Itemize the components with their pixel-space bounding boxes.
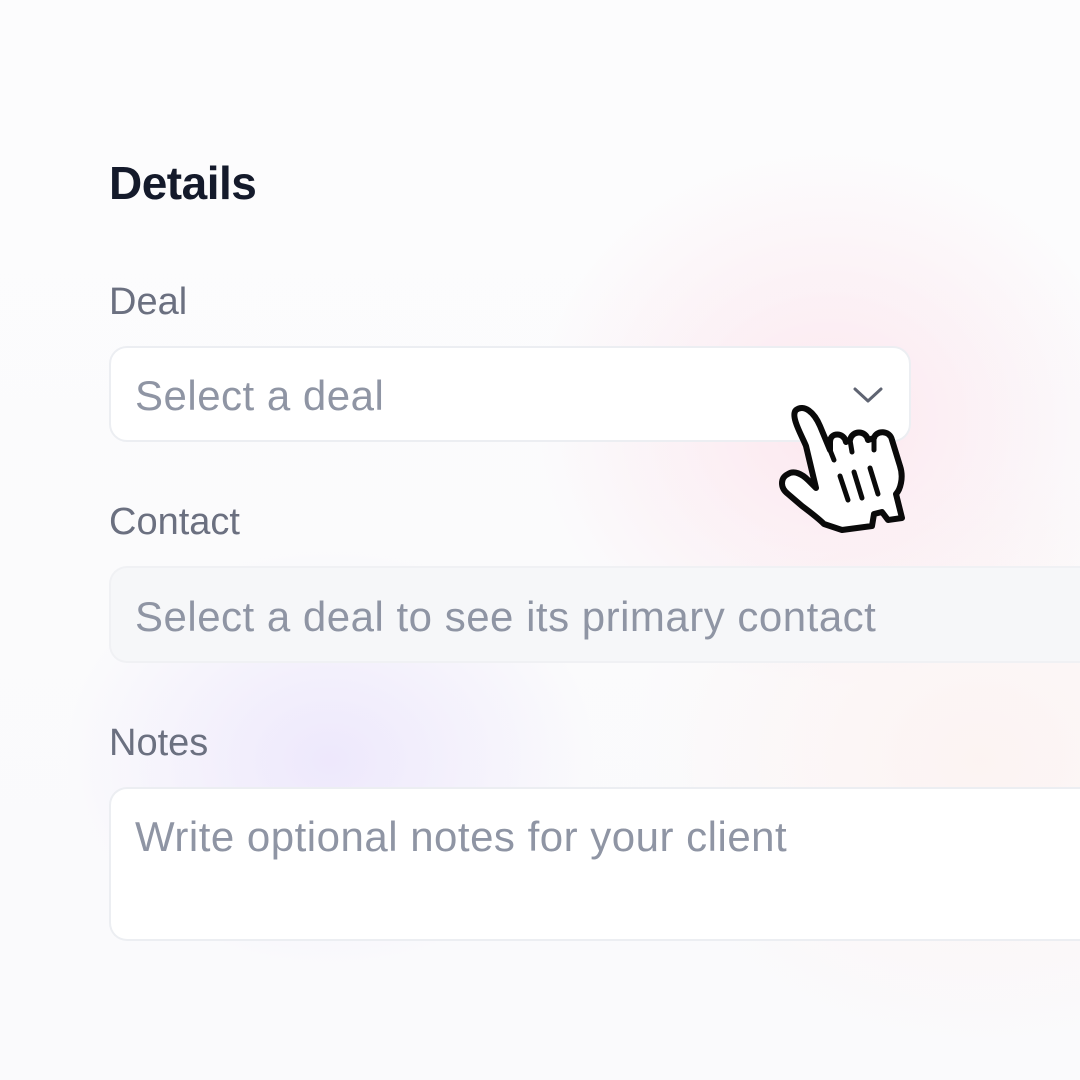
- contact-label: Contact: [109, 501, 240, 543]
- hand-pointer-cursor-icon: [779, 405, 905, 533]
- contact-field-placeholder: Select a deal to see its primary contact: [135, 593, 877, 640]
- deal-label: Deal: [109, 281, 188, 323]
- notes-textarea[interactable]: Write optional notes for your client: [109, 787, 1080, 941]
- notes-label: Notes: [109, 722, 209, 764]
- details-form: Details Deal Select a deal Contact Selec…: [109, 0, 1080, 1080]
- section-title: Details: [109, 157, 257, 209]
- notes-textarea-placeholder: Write optional notes for your client: [135, 813, 788, 860]
- deal-select-placeholder: Select a deal: [135, 372, 385, 419]
- contact-field: Select a deal to see its primary contact: [109, 566, 1080, 663]
